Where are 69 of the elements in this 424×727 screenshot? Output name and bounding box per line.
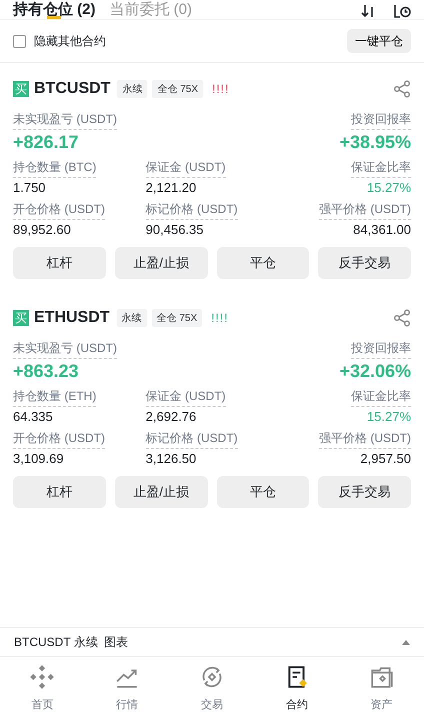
field-label: 未实现盈亏 (USDT) (13, 340, 117, 359)
checkbox[interactable] (13, 34, 26, 48)
nav-tab[interactable]: 交易 (170, 665, 254, 712)
buy-badge: 买 (13, 310, 29, 326)
field-label: 保证金 (USDT) (146, 388, 226, 407)
action-button[interactable]: 平仓 (216, 247, 310, 279)
field-value: 84,361.00 (353, 222, 411, 237)
field-value: 3,126.50 (146, 451, 196, 466)
field-label: 标记价格 (USDT) (146, 430, 238, 449)
sort-icon[interactable] (361, 4, 375, 18)
field-value: 2,692.76 (146, 409, 196, 424)
nav-tab[interactable]: 资产 (339, 665, 424, 712)
nav-tab[interactable]: 首页 (0, 665, 85, 712)
field-value: 2,121.20 (146, 180, 196, 195)
chart-symbol: BTCUSDT 永续 (14, 634, 98, 650)
tab[interactable]: 持有仓位 (2) (13, 0, 96, 25)
nav-tab[interactable]: 合约 (254, 665, 340, 712)
field-value: +38.95% (339, 132, 411, 153)
home-diamond-icon (30, 665, 54, 689)
leverage-tag: 全仓 75X (152, 80, 204, 98)
action-button[interactable]: 反手交易 (318, 476, 411, 508)
caret-icon[interactable] (402, 640, 410, 644)
field-label: 保证金比率 (351, 388, 411, 407)
field-label: 未实现盈亏 (USDT) (13, 111, 117, 130)
field-label: 投资回报率 (351, 111, 411, 130)
field-label: 持仓数量 (BTC) (13, 159, 96, 178)
action-button[interactable]: 反手交易 (318, 247, 411, 279)
field-value: +863.23 (13, 361, 79, 382)
close-all-button[interactable]: 一键平仓 (347, 29, 411, 53)
field-label: 标记价格 (USDT) (146, 201, 238, 220)
field-value: 15.27% (366, 180, 411, 195)
field-value: 1.750 (13, 180, 46, 195)
field-label: 投资回报率 (351, 340, 411, 359)
history-icon[interactable] (393, 4, 411, 18)
symbol-name: ETHUSDT (34, 309, 110, 327)
field-value: 15.27% (366, 409, 411, 424)
folder-icon (370, 665, 394, 689)
field-label: 强平价格 (USDT) (319, 430, 411, 449)
share-icon[interactable] (393, 309, 411, 327)
field-label: 持仓数量 (ETH) (13, 388, 96, 407)
field-value: 90,456.35 (146, 222, 204, 237)
field-value: 64.335 (13, 409, 53, 424)
field-label: 强平价格 (USDT) (319, 201, 411, 220)
field-label: 开仓价格 (USDT) (13, 430, 105, 449)
exchange-circle-icon (200, 665, 224, 689)
nav-tab[interactable]: 行情 (84, 665, 170, 712)
field-value: 89,952.60 (13, 222, 71, 237)
leverage-tag: 全仓 75X (152, 309, 202, 327)
field-value: +826.17 (13, 132, 79, 153)
chart-label[interactable]: 图表 (104, 634, 128, 650)
field-label: 开仓价格 (USDT) (13, 201, 105, 220)
contract-tag: 永续 (117, 80, 148, 98)
action-button[interactable]: 杠杆 (13, 476, 106, 508)
action-button[interactable]: 止盈/止损 (114, 247, 208, 279)
action-button[interactable]: 杠杆 (13, 247, 106, 279)
action-button[interactable]: 平仓 (216, 476, 310, 508)
risk-indicator: !!!! (212, 82, 230, 96)
field-label: 保证金 (USDT) (146, 159, 226, 178)
action-button[interactable]: 止盈/止损 (114, 476, 208, 508)
buy-badge: 买 (13, 81, 29, 97)
contract-tag: 永续 (116, 309, 147, 327)
field-value: +32.06% (339, 361, 411, 382)
field-value: 3,109.69 (13, 451, 64, 466)
field-value: 2,957.50 (360, 451, 411, 466)
symbol-name: BTCUSDT (34, 80, 110, 98)
field-label: 保证金比率 (351, 159, 411, 178)
share-icon[interactable] (393, 80, 411, 98)
checkbox-label[interactable]: 隐藏其他合约 (34, 32, 106, 50)
risk-indicator: !!!! (211, 311, 228, 325)
